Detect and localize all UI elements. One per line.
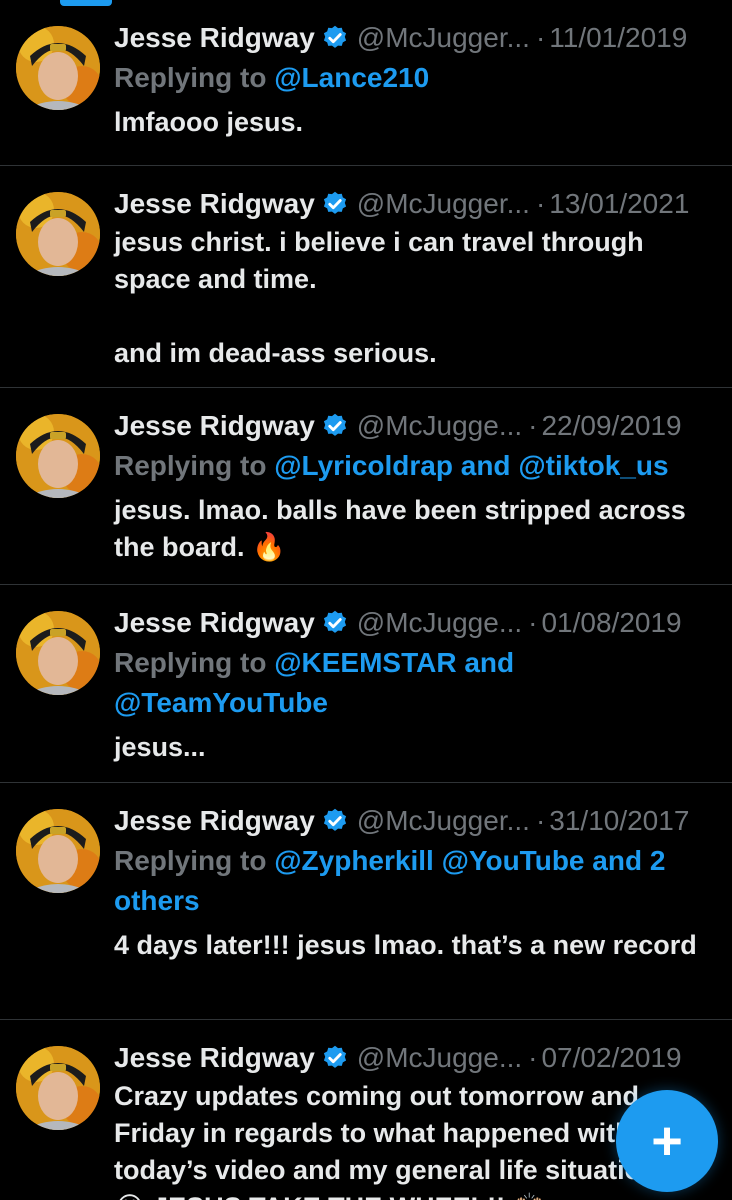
tweet-text: jesus christ. i believe i can travel thr… <box>114 227 644 368</box>
reply-mentions[interactable]: @Lance210 <box>274 62 429 93</box>
author-handle[interactable]: @McJugge... <box>357 603 522 643</box>
avatar[interactable] <box>16 1046 100 1130</box>
replying-to: Replying to @Lyricoldrap and @tiktok_us <box>114 446 716 486</box>
avatar[interactable] <box>16 26 100 110</box>
author-name[interactable]: Jesse Ridgway <box>114 1038 315 1078</box>
tweet-date[interactable]: 07/02/2019 <box>541 1038 681 1078</box>
verified-badge-icon <box>323 808 346 831</box>
author-name[interactable]: Jesse Ridgway <box>114 801 315 841</box>
plus-icon: + <box>651 1111 683 1171</box>
reply-mentions[interactable]: @Lyricoldrap and @tiktok_us <box>274 450 668 481</box>
replying-to-label: Replying to <box>114 647 275 678</box>
replying-to-label: Replying to <box>114 62 275 93</box>
verified-badge-icon <box>323 191 346 214</box>
replying-to: Replying to @KEEMSTAR and @TeamYouTube <box>114 643 716 723</box>
verified-badge-icon <box>323 1045 346 1068</box>
tweet-date[interactable]: 13/01/2021 <box>549 184 689 224</box>
tweet[interactable]: Jesse Ridgway @McJugge... · 01/08/2019 R… <box>0 585 732 783</box>
tweet-text: lmfaooo jesus. <box>114 107 304 137</box>
avatar[interactable] <box>16 611 100 695</box>
avatar-image <box>16 192 100 276</box>
replying-to-label: Replying to <box>114 450 275 481</box>
avatar-image <box>16 809 100 893</box>
verified-badge-icon <box>323 413 346 436</box>
replying-to: Replying to @Lance210 <box>114 58 716 98</box>
avatar[interactable] <box>16 192 100 276</box>
author-handle[interactable]: @McJugger... <box>357 801 530 841</box>
separator-dot: · <box>535 805 546 836</box>
author-name[interactable]: Jesse Ridgway <box>114 18 315 58</box>
separator-dot: · <box>535 22 546 53</box>
author-handle[interactable]: @McJugge... <box>357 1038 522 1078</box>
replying-to: Replying to @Zypherkill @YouTube and 2 o… <box>114 841 716 921</box>
avatar-image <box>16 1046 100 1130</box>
tweet[interactable]: Jesse Ridgway @McJugger... · 31/10/2017 … <box>0 783 732 1020</box>
tweet[interactable]: Jesse Ridgway @McJugge... · 22/09/2019 R… <box>0 388 732 585</box>
author-name[interactable]: Jesse Ridgway <box>114 406 315 446</box>
avatar-image <box>16 611 100 695</box>
avatar-image <box>16 414 100 498</box>
tweet-date[interactable]: 01/08/2019 <box>541 603 681 643</box>
tweet-text: jesus. lmao. balls have been stripped ac… <box>114 495 694 562</box>
author-handle[interactable]: @McJugger... <box>357 18 530 58</box>
tweet-date[interactable]: 22/09/2019 <box>541 406 681 446</box>
author-name[interactable]: Jesse Ridgway <box>114 603 315 643</box>
author-name[interactable]: Jesse Ridgway <box>114 184 315 224</box>
separator-dot: · <box>528 607 538 638</box>
author-handle[interactable]: @McJugge... <box>357 406 522 446</box>
avatar[interactable] <box>16 414 100 498</box>
avatar[interactable] <box>16 809 100 893</box>
avatar-image <box>16 26 100 110</box>
compose-button[interactable]: + <box>616 1090 718 1192</box>
author-handle[interactable]: @McJugger... <box>357 184 530 224</box>
verified-badge-icon <box>323 610 346 633</box>
tweet-date[interactable]: 11/01/2019 <box>549 18 687 58</box>
tweet[interactable]: Jesse Ridgway @McJugger... · 11/01/2019 … <box>0 0 732 166</box>
tweet[interactable]: Jesse Ridgway @McJugger... · 13/01/2021 … <box>0 166 732 388</box>
tweet[interactable]: Jesse Ridgway @McJugge... · 07/02/2019 C… <box>0 1020 732 1200</box>
tweet-date[interactable]: 31/10/2017 <box>549 801 689 841</box>
separator-dot: · <box>528 1042 538 1073</box>
verified-badge-icon <box>323 25 346 48</box>
replying-to-label: Replying to <box>114 845 275 876</box>
separator-dot: · <box>535 188 546 219</box>
separator-dot: · <box>528 410 538 441</box>
tweet-text: 4 days later!!! jesus lmao. that’s a new… <box>114 930 697 960</box>
tweet-text: jesus... <box>114 732 206 762</box>
